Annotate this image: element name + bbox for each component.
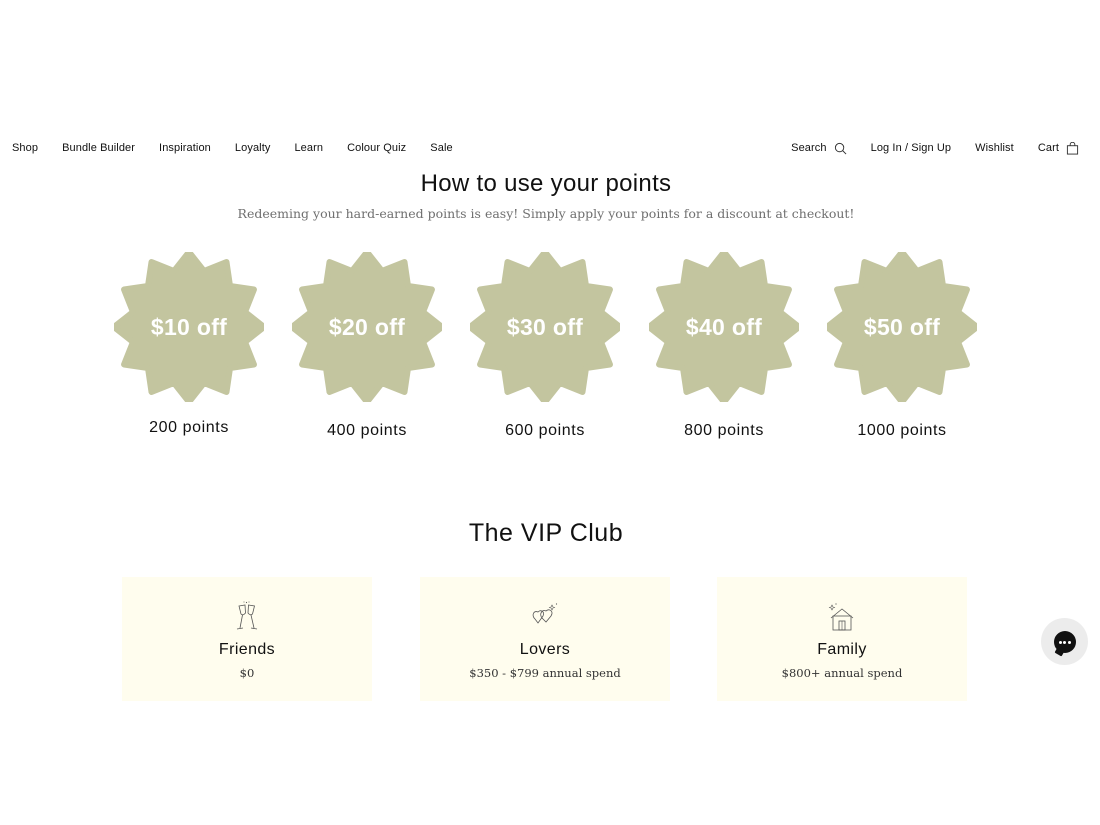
tier-spend: $0 xyxy=(239,666,255,680)
vip-tier-lovers: Lovers $350 - $799 annual spend xyxy=(420,577,670,701)
nav-inspiration[interactable]: Inspiration xyxy=(159,138,211,158)
vip-tier-family: Family $800+ annual spend xyxy=(717,577,967,701)
nav-learn[interactable]: Learn xyxy=(294,138,323,158)
starburst-path xyxy=(470,252,620,402)
reward-badge-10: $10 off 200 points xyxy=(114,252,264,437)
shopping-bag-icon xyxy=(1066,141,1079,155)
tier-spend: $800+ annual spend xyxy=(781,666,903,680)
nav-colour-quiz[interactable]: Colour Quiz xyxy=(347,138,406,158)
nav-sale[interactable]: Sale xyxy=(430,138,452,158)
champagne-glasses-icon xyxy=(236,601,258,630)
reward-points: 600 points xyxy=(505,422,585,439)
nav-right: Search Log In / Sign Up Wishlist Cart xyxy=(767,138,1079,158)
points-section-subtitle: Redeeming your hard-earned points is eas… xyxy=(237,206,855,221)
loyalty-page: Shop Bundle Builder Inspiration Loyalty … xyxy=(0,0,1100,825)
vip-tier-friends: Friends $0 xyxy=(122,577,372,701)
reward-badge-30: $30 off 600 points xyxy=(470,252,620,440)
reward-badge-20: $20 off 400 points xyxy=(292,252,442,440)
cart-button[interactable]: Cart xyxy=(1038,138,1079,158)
tier-spend: $350 - $799 annual spend xyxy=(469,666,621,680)
tier-name: Lovers xyxy=(519,641,571,658)
reward-badge-40: $40 off 800 points xyxy=(649,252,799,440)
starburst-badge-shape xyxy=(114,252,264,402)
main-nav: Shop Bundle Builder Inspiration Loyalty … xyxy=(0,138,1100,158)
search-button[interactable]: Search xyxy=(791,138,847,158)
starburst-badge-shape xyxy=(827,252,977,402)
login-signup-link[interactable]: Log In / Sign Up xyxy=(871,138,952,158)
vip-section-title: The VIP Club xyxy=(468,519,624,547)
reward-badges: $10 off 200 points $20 off 400 points $3… xyxy=(0,252,1100,452)
house-icon xyxy=(828,603,854,631)
reward-points: 800 points xyxy=(684,422,764,439)
search-icon xyxy=(834,142,847,154)
hearts-icon xyxy=(532,603,558,624)
starburst-path xyxy=(827,252,977,402)
nav-loyalty[interactable]: Loyalty xyxy=(235,138,271,158)
nav-shop[interactable]: Shop xyxy=(12,138,38,158)
starburst-badge-shape xyxy=(292,252,442,402)
tier-name: Friends xyxy=(218,641,276,658)
reward-badge-50: $50 off 1000 points xyxy=(827,252,977,440)
starburst-path xyxy=(114,252,264,402)
wishlist-link[interactable]: Wishlist xyxy=(975,138,1014,158)
starburst-badge-shape xyxy=(649,252,799,402)
chat-icon xyxy=(1053,630,1076,653)
tier-name: Family xyxy=(817,641,867,658)
nav-bundle-builder[interactable]: Bundle Builder xyxy=(62,138,135,158)
reward-points: 200 points xyxy=(149,419,229,436)
reward-points: 400 points xyxy=(327,422,407,439)
cart-label: Cart xyxy=(1037,142,1059,154)
search-label: Search xyxy=(791,142,827,154)
starburst-path xyxy=(649,252,799,402)
points-section-title: How to use your points xyxy=(420,170,672,197)
reward-points: 1000 points xyxy=(857,422,947,439)
starburst-badge-shape xyxy=(470,252,620,402)
starburst-path xyxy=(292,252,442,402)
chat-button[interactable] xyxy=(1041,618,1088,665)
nav-left: Shop Bundle Builder Inspiration Loyalty … xyxy=(12,138,477,158)
